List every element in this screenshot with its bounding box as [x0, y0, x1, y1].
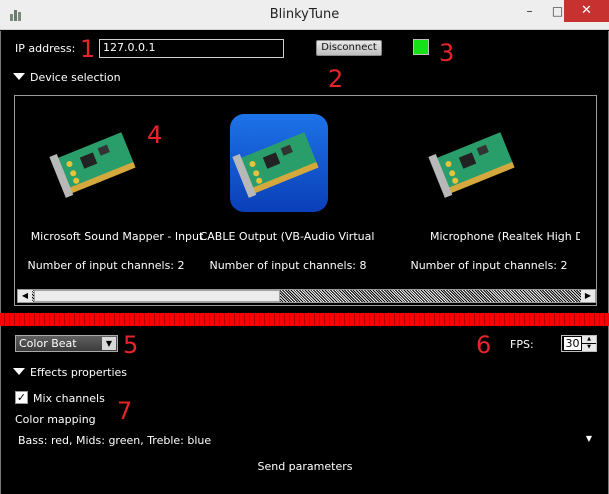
- mix-channels-checkbox[interactable]: ✓: [15, 391, 28, 404]
- collapse-triangle-icon[interactable]: [13, 73, 25, 80]
- device-list: 4 Microsoft Sound Mapper - Input Number …: [14, 95, 597, 306]
- effect-dropdown[interactable]: Color Beat ▼: [15, 335, 118, 352]
- device-name: Microphone (Realtek High Defini: [430, 230, 580, 243]
- fps-spinbox[interactable]: 30 ▲ ▼: [561, 335, 597, 352]
- collapse-triangle-icon[interactable]: [13, 368, 25, 375]
- device-item[interactable]: 4 Microsoft Sound Mapper - Input Number …: [25, 96, 220, 286]
- annotation-5: 5: [123, 331, 139, 359]
- device-channels: Number of input channels: 2: [27, 259, 185, 272]
- spin-down-icon[interactable]: ▼: [582, 344, 596, 351]
- device-item[interactable]: Microphone (Realtek High Defini Number o…: [404, 96, 599, 286]
- device-selection-header[interactable]: Device selection: [30, 71, 121, 84]
- mix-channels-label: Mix channels: [33, 392, 105, 405]
- effect-dropdown-value: Color Beat: [19, 337, 77, 350]
- annotation-6: 6: [476, 331, 492, 359]
- sound-card-icon: [49, 132, 136, 198]
- device-channels: Number of input channels: 2: [410, 259, 568, 272]
- color-mapping-value: Bass: red, Mids: green, Treble: blue: [18, 434, 212, 447]
- ip-address-input[interactable]: 127.0.0.1: [99, 39, 284, 58]
- minimize-button[interactable]: –: [516, 0, 543, 22]
- close-button[interactable]: ✕: [564, 0, 609, 22]
- disconnect-button[interactable]: Disconnect: [316, 40, 382, 56]
- vu-meter-bar: [0, 313, 609, 326]
- ip-address-label: IP address:: [15, 42, 76, 55]
- effects-properties-header[interactable]: Effects properties: [30, 366, 127, 379]
- dropdown-arrow-icon[interactable]: ▼: [586, 434, 592, 443]
- scroll-left-arrow-icon[interactable]: ◀: [18, 290, 32, 302]
- color-mapping-label: Color mapping: [15, 413, 96, 426]
- fps-label: FPS:: [510, 338, 534, 351]
- sound-card-icon: [428, 132, 515, 198]
- title-bar: BlinkyTune – □ ✕: [0, 0, 609, 30]
- color-mapping-dropdown[interactable]: Bass: red, Mids: green, Treble: blue ▼: [15, 432, 595, 448]
- spin-up-icon[interactable]: ▲: [582, 336, 596, 343]
- fps-value[interactable]: 30: [564, 337, 581, 350]
- scrollbar-thumb[interactable]: [34, 290, 280, 302]
- annotation-4: 4: [147, 121, 163, 149]
- annotation-2: 2: [328, 65, 344, 93]
- device-item-selected[interactable]: CABLE Output (VB-Audio Virtual Number of…: [200, 96, 403, 286]
- annotation-7: 7: [117, 397, 133, 425]
- annotation-3: 3: [439, 39, 455, 67]
- annotation-1: 1: [80, 35, 96, 63]
- scroll-right-arrow-icon[interactable]: ▶: [581, 290, 595, 302]
- sound-card-icon: [232, 132, 319, 198]
- dropdown-arrow-icon[interactable]: ▼: [102, 337, 116, 350]
- connection-status-indicator: [413, 39, 429, 55]
- device-scrollbar[interactable]: ◀ ▶: [17, 289, 596, 303]
- device-name: CABLE Output (VB-Audio Virtual: [199, 230, 375, 243]
- send-parameters-button[interactable]: Send parameters: [250, 460, 360, 476]
- device-channels: Number of input channels: 8: [209, 259, 367, 272]
